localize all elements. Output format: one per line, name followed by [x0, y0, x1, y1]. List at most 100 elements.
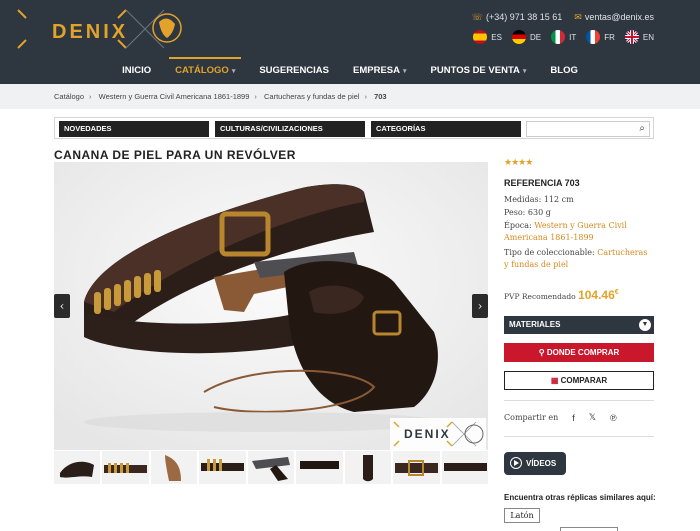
- x-twitter-icon[interactable]: 𝕏: [589, 412, 596, 423]
- comparar-button[interactable]: ▦ COMPARAR: [504, 371, 654, 390]
- spec-label: Tipo de coleccionable:: [504, 248, 595, 257]
- nav-sugerencias[interactable]: SUGERENCIAS: [247, 57, 341, 84]
- compare-icon: ▦: [550, 376, 559, 385]
- main-nav: INICIO CATÁLOGO ▾ SUGERENCIAS EMPRESA ▾ PU…: [0, 57, 700, 84]
- thumbnail[interactable]: [150, 451, 198, 484]
- uk-flag-icon: [624, 30, 639, 44]
- similar-heading: Encuentra otras réplicas similares aquí:: [504, 493, 656, 502]
- watermark-logo: DENIX: [390, 418, 486, 450]
- nav-label: BLOG: [550, 65, 578, 76]
- price-amount: 104.46: [578, 288, 615, 302]
- breadcrumb-current: 703: [374, 92, 387, 101]
- nav-catalogo[interactable]: CATÁLOGO ▾: [163, 57, 247, 84]
- contact-info: ☏ (+34) 971 38 15 61 ✉ ventas@denix.es: [472, 12, 654, 23]
- nav-blog[interactable]: BLOG: [538, 57, 589, 84]
- search-icon[interactable]: ⌕: [639, 123, 645, 134]
- filter-bar: NOVEDADES CULTURAS/CIVILIZACIONES CATEGO…: [54, 117, 654, 139]
- culturas-dropdown[interactable]: CULTURAS/CIVILIZACIONES: [215, 121, 365, 137]
- thumbnail[interactable]: [199, 451, 246, 484]
- italy-flag-icon: [551, 30, 566, 44]
- tag-laton[interactable]: Latón: [504, 508, 540, 523]
- lang-label: EN: [642, 32, 654, 42]
- chevron-down-icon: ▾: [231, 68, 236, 75]
- thumbnail[interactable]: [393, 451, 440, 484]
- rating-stars-icon: ★★★★: [504, 158, 533, 168]
- videos-button[interactable]: VÍDEOS: [504, 452, 566, 475]
- product-reference: REFERENCIA 703: [504, 178, 580, 188]
- facebook-icon[interactable]: f: [572, 413, 575, 423]
- spec-value: 112 cm: [543, 195, 574, 204]
- thumbnail-strip: [54, 451, 488, 486]
- denix-logo[interactable]: DENIX: [14, 6, 184, 52]
- phone-link[interactable]: ☏ (+34) 971 38 15 61: [472, 12, 563, 23]
- breadcrumb-catalogo[interactable]: Catálogo: [54, 92, 84, 101]
- nav-label: EMPRESA: [353, 65, 400, 76]
- map-pin-icon: ⚲: [538, 348, 545, 357]
- lang-de[interactable]: DE: [511, 30, 541, 44]
- thumbnail[interactable]: [247, 451, 295, 484]
- breadcrumb-separator: ›: [89, 92, 92, 101]
- chevron-down-icon: ▼: [639, 319, 651, 331]
- spec-label: Época:: [504, 221, 532, 230]
- share-bar: Compartir en f 𝕏 ℗: [504, 412, 617, 423]
- lang-es[interactable]: ES: [473, 30, 502, 44]
- donde-comprar-button[interactable]: ⚲ DONDE COMPRAR: [504, 343, 654, 362]
- divider: [504, 436, 654, 437]
- nav-label: INICIO: [122, 65, 152, 76]
- thumbnail[interactable]: [54, 451, 101, 484]
- lang-en[interactable]: EN: [624, 30, 654, 44]
- breadcrumb-separator: ›: [254, 92, 257, 101]
- product-image[interactable]: [54, 162, 488, 450]
- thumbnail[interactable]: [441, 451, 488, 484]
- france-flag-icon: [586, 30, 601, 44]
- comparar-label: COMPARAR: [560, 376, 608, 385]
- thumbnail[interactable]: [344, 451, 392, 484]
- phone-number: (+34) 971 38 15 61: [485, 12, 563, 22]
- logo-text: DENIX: [52, 21, 129, 43]
- spec-medidas: Medidas: 112 cm: [504, 194, 654, 206]
- pinterest-icon[interactable]: ℗: [610, 413, 617, 423]
- lang-it[interactable]: IT: [551, 30, 576, 44]
- email-link[interactable]: ✉ ventas@denix.es: [574, 12, 654, 23]
- mail-icon: ✉: [574, 12, 582, 22]
- spec-label: Peso:: [504, 208, 526, 217]
- product-title: CANANA DE PIEL PARA UN REVÓLVER: [54, 148, 296, 162]
- nav-puntos-de-venta[interactable]: PUNTOS DE VENTA ▾: [419, 57, 539, 84]
- materiales-label: MATERIALES: [509, 320, 561, 329]
- breadcrumb-separator: ›: [364, 92, 367, 101]
- spec-epoca: Época: Western y Guerra Civil Americana …: [504, 220, 654, 244]
- prev-image-button[interactable]: ‹: [54, 294, 70, 318]
- nav-inicio[interactable]: INICIO: [110, 57, 163, 84]
- spec-label: Medidas:: [504, 195, 542, 204]
- novedades-dropdown[interactable]: NOVEDADES: [59, 121, 209, 137]
- chevron-down-icon: ▾: [403, 68, 407, 75]
- price-currency: €: [614, 289, 619, 296]
- breadcrumb-western[interactable]: Western y Guerra Civil Americana 1861-18…: [99, 92, 250, 101]
- chevron-right-icon: ›: [477, 299, 483, 313]
- videos-label: VÍDEOS: [526, 459, 557, 468]
- thumbnail[interactable]: [102, 451, 149, 484]
- donde-comprar-label: DONDE COMPRAR: [546, 348, 620, 357]
- materiales-accordion[interactable]: MATERIALES ▼: [504, 316, 654, 334]
- tag-partial[interactable]: [560, 527, 618, 531]
- breadcrumb: Catálogo › Western y Guerra Civil America…: [0, 84, 700, 109]
- germany-flag-icon: [511, 30, 526, 44]
- breadcrumb-cartucheras[interactable]: Cartucheras y fundas de piel: [264, 92, 359, 101]
- search-input[interactable]: ⌕: [526, 121, 650, 137]
- pvp-label: PVP Recomendado: [504, 292, 576, 301]
- categorias-dropdown[interactable]: CATEGORÍAS: [371, 121, 521, 137]
- next-image-button[interactable]: ›: [472, 294, 488, 318]
- lang-fr[interactable]: FR: [586, 30, 615, 44]
- chevron-down-icon: ▾: [522, 68, 527, 75]
- phone-icon: ☏: [471, 12, 483, 22]
- email-address: ventas@denix.es: [584, 12, 654, 22]
- share-label: Compartir en: [504, 413, 559, 422]
- price-value: 104.46€: [578, 288, 619, 302]
- site-header: DENIX ☏ (+34) 971 38 15 61 ✉ ventas@denix.…: [0, 0, 700, 84]
- nav-label: SUGERENCIAS: [259, 65, 330, 76]
- watermark-text: DENIX: [404, 427, 451, 441]
- thumbnail[interactable]: [296, 451, 343, 484]
- rating-block: ★★★★: [504, 150, 654, 169]
- nav-empresa[interactable]: EMPRESA ▾: [341, 57, 419, 84]
- lang-label: FR: [604, 32, 615, 42]
